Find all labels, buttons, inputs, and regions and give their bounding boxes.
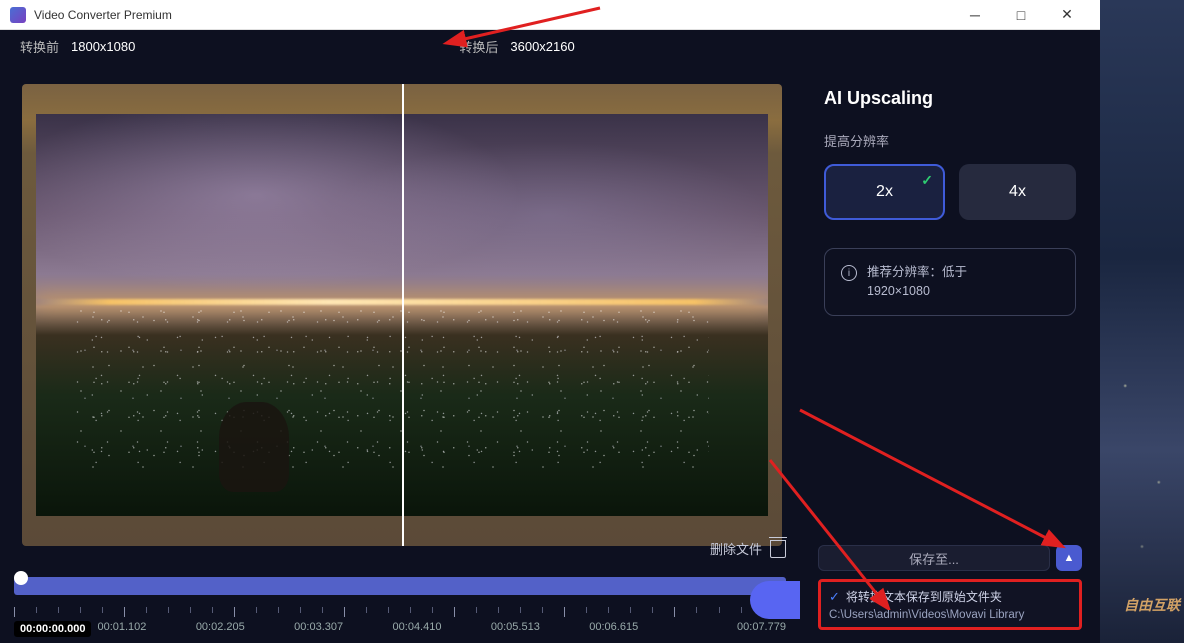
playhead[interactable]	[14, 571, 28, 585]
info-icon: i	[841, 265, 857, 281]
watermark: 自由互联	[1124, 595, 1180, 615]
save-area: 保存至... ▲ ✓ 将转换文本保存到原始文件夹 C:\Users\admin\…	[800, 533, 1100, 643]
app-window: Video Converter Premium ─ □ ✕ 转换前 1800x1…	[0, 0, 1100, 643]
time-marker: 00:07.779	[688, 621, 786, 637]
scale-4x-label: 4x	[1009, 183, 1026, 201]
save-expand-button[interactable]: ▲	[1056, 545, 1082, 571]
time-marker: 00:06.615	[589, 621, 687, 637]
window-controls: ─ □ ✕	[952, 0, 1090, 30]
time-marker: 00:03.307	[294, 621, 392, 637]
scale-2x-label: 2x	[876, 183, 893, 201]
scale-options: 2x ✓ 4x	[824, 164, 1076, 220]
maximize-button[interactable]: □	[998, 0, 1044, 30]
time-labels: 00:00:00.000 00:01.102 00:02.205 00:03.3…	[14, 621, 786, 637]
time-marker: 00:01.102	[97, 621, 195, 637]
desktop-background	[1100, 0, 1184, 643]
info-line1: 推荐分辨率：低于	[867, 265, 967, 279]
minimize-button[interactable]: ─	[952, 0, 998, 30]
save-to-button[interactable]: 保存至...	[818, 545, 1050, 571]
upscaling-subtitle: 提高分辨率	[824, 131, 1076, 150]
info-line2: 1920×1080	[867, 284, 930, 298]
delete-file[interactable]: 删除文件	[710, 539, 786, 558]
check-icon: ✓	[829, 589, 840, 605]
video-preview[interactable]	[22, 84, 782, 546]
resolution-info: i 推荐分辨率：低于 1920×1080	[824, 248, 1076, 316]
scale-4x-button[interactable]: 4x	[959, 164, 1076, 220]
before-label: 转换前	[20, 37, 59, 56]
convert-button[interactable]	[750, 581, 800, 619]
bottom-bar: 删除文件 00:00:00.000 00:01.102 00:02.2	[0, 533, 800, 643]
save-info-highlight: ✓ 将转换文本保存到原始文件夹 C:\Users\admin\Videos\Mo…	[818, 579, 1082, 630]
delete-label: 删除文件	[710, 539, 762, 558]
current-time: 00:00:00.000	[14, 621, 91, 637]
chevron-up-icon: ▲	[1064, 552, 1075, 564]
app-title: Video Converter Premium	[34, 8, 952, 22]
time-marker: 00:04.410	[393, 621, 491, 637]
save-original-folder-checkbox[interactable]: 将转换文本保存到原始文件夹	[846, 588, 1002, 605]
timeline-ticks	[14, 607, 786, 619]
resolution-bar: 转换前 1800x1080 转换后 3600x2160	[0, 30, 1100, 62]
scale-2x-button[interactable]: 2x ✓	[824, 164, 945, 220]
check-icon: ✓	[921, 172, 933, 189]
after-label: 转换后	[459, 37, 498, 56]
save-path: C:\Users\admin\Videos\Movavi Library	[829, 609, 1071, 621]
close-button[interactable]: ✕	[1044, 0, 1090, 30]
upscaling-title: AI Upscaling	[824, 88, 1076, 109]
trash-icon	[770, 540, 786, 558]
save-to-label: 保存至...	[909, 549, 959, 568]
titlebar[interactable]: Video Converter Premium ─ □ ✕	[0, 0, 1100, 30]
app-body: 转换前 1800x1080 转换后 3600x2160 AI Upscaling…	[0, 30, 1100, 643]
time-marker: 00:02.205	[196, 621, 294, 637]
timeline-track[interactable]	[14, 577, 786, 595]
timeline[interactable]	[14, 577, 786, 599]
after-value: 3600x2160	[510, 39, 574, 54]
time-marker: 00:05.513	[491, 621, 589, 637]
before-value: 1800x1080	[71, 39, 135, 54]
preview-frame	[22, 84, 782, 546]
app-icon	[10, 7, 26, 23]
comparison-divider[interactable]	[402, 84, 404, 546]
